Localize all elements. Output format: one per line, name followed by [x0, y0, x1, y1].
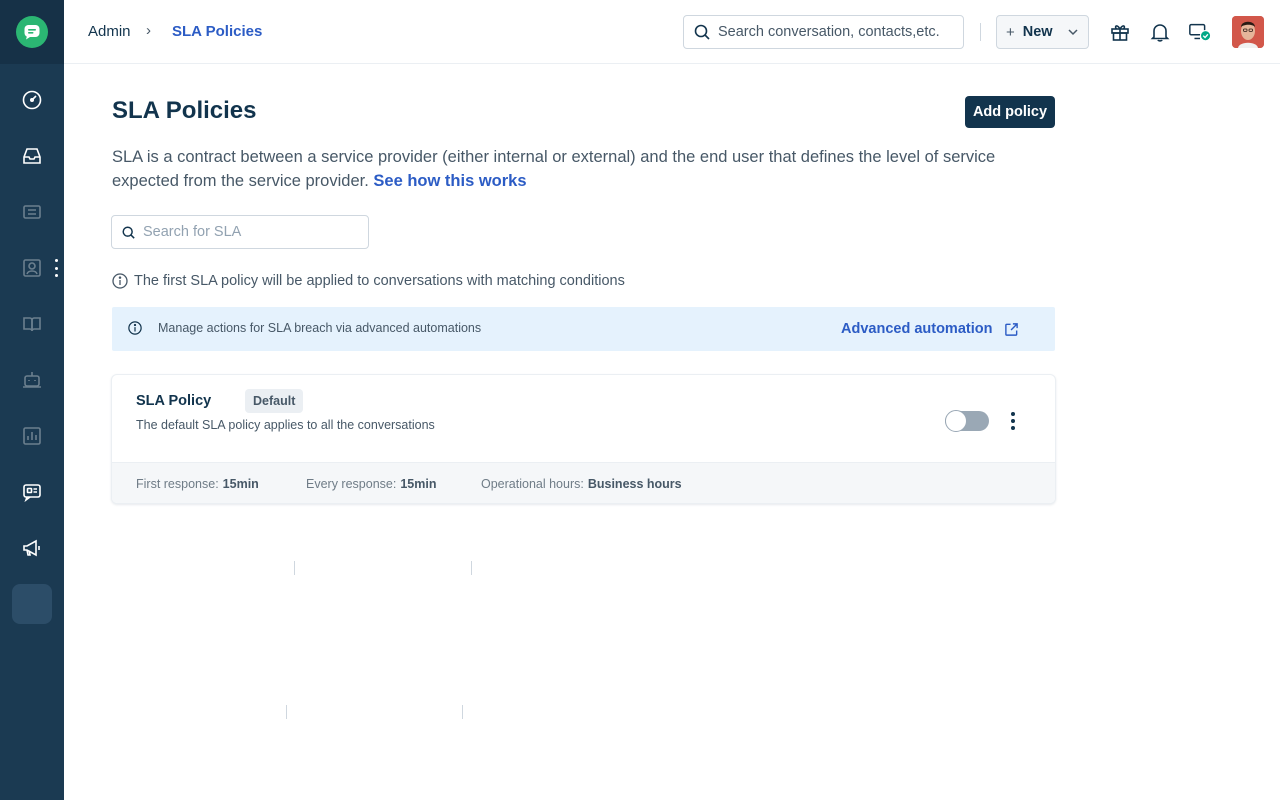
banner-text: Manage actions for SLA breach via advanc… [158, 321, 482, 335]
page-description-text: SLA is a contract between a service prov… [112, 148, 996, 190]
divider [462, 705, 463, 719]
tickets-icon[interactable] [20, 200, 44, 224]
chat-icon[interactable] [20, 480, 44, 504]
operational-hours: Operational hours: Business hours [481, 477, 682, 491]
global-search[interactable] [683, 15, 964, 49]
policy-description: The default SLA policy applies to all th… [136, 418, 435, 432]
agent-status-icon[interactable] [1188, 20, 1212, 44]
new-button[interactable]: + New [996, 15, 1089, 49]
reports-icon[interactable] [20, 424, 44, 448]
info-note: The first SLA policy will be applied to … [112, 273, 625, 289]
policy-summary: First response: 15min Every response: 15mi… [112, 462, 1055, 503]
more-options-icon[interactable] [1009, 412, 1017, 430]
see-how-it-works-link[interactable]: See how this works [373, 172, 526, 190]
add-policy-button[interactable]: Add policy [965, 96, 1055, 128]
automation-banner: Manage actions for SLA breach via advanc… [112, 307, 1055, 351]
info-note-text: The first SLA policy will be applied to … [134, 273, 625, 289]
global-search-input[interactable] [718, 24, 958, 40]
campaigns-icon[interactable] [20, 536, 44, 560]
external-link-icon [1005, 322, 1019, 336]
plus-icon: + [1006, 23, 1015, 41]
bell-icon[interactable] [1148, 20, 1172, 44]
new-button-label: New [1022, 24, 1053, 40]
advanced-automation-link[interactable]: Advanced automation [841, 321, 1019, 337]
operational-hours-value: Business hours [587, 477, 682, 491]
divider [294, 561, 295, 575]
header-divider [980, 23, 981, 41]
advanced-automation-label: Advanced automation [841, 321, 993, 337]
brand-area [0, 0, 64, 64]
gift-icon[interactable] [1108, 20, 1132, 44]
every-response: Every response: 15min [306, 477, 436, 491]
sla-policy-card[interactable]: SLA Policy Default The default SLA polic… [111, 374, 1056, 504]
sidebar-item-admin[interactable] [12, 584, 52, 624]
sidebar-more-icon[interactable] [53, 259, 59, 277]
sidebar [0, 0, 64, 800]
contacts-icon[interactable] [20, 256, 44, 280]
page-title: SLA Policies [112, 97, 257, 124]
every-response-value: 15min [400, 477, 437, 491]
dashboard-icon[interactable] [20, 88, 44, 112]
operational-hours-label: Operational hours: [481, 477, 584, 491]
brand-logo-icon[interactable] [16, 16, 48, 48]
every-response-label: Every response: [306, 477, 397, 491]
sla-search[interactable] [111, 215, 369, 249]
page-description: SLA is a contract between a service prov… [112, 145, 1052, 193]
first-response-label: First response: [136, 477, 219, 491]
inbox-icon[interactable] [20, 144, 44, 168]
divider [471, 561, 472, 575]
avatar[interactable] [1232, 16, 1264, 48]
top-header: Admin › SLA Policies + New [64, 0, 1280, 64]
toggle-knob [945, 410, 967, 432]
search-icon [122, 225, 135, 239]
info-icon [128, 321, 142, 335]
policy-name: SLA Policy [136, 393, 212, 409]
divider [286, 705, 287, 719]
first-response: First response: 15min [136, 477, 259, 491]
breadcrumb-separator: › [146, 22, 151, 39]
first-response-value: 15min [222, 477, 259, 491]
default-badge: Default [245, 389, 304, 413]
knowledge-base-icon[interactable] [20, 312, 44, 336]
bot-icon[interactable] [20, 368, 44, 392]
chevron-down-icon [1068, 29, 1078, 36]
policy-enable-toggle[interactable] [945, 410, 989, 432]
breadcrumb-current: SLA Policies [172, 23, 263, 40]
search-icon [694, 24, 710, 40]
info-icon [112, 273, 128, 289]
sla-search-input[interactable] [143, 224, 353, 240]
breadcrumb-admin[interactable]: Admin [88, 23, 131, 40]
